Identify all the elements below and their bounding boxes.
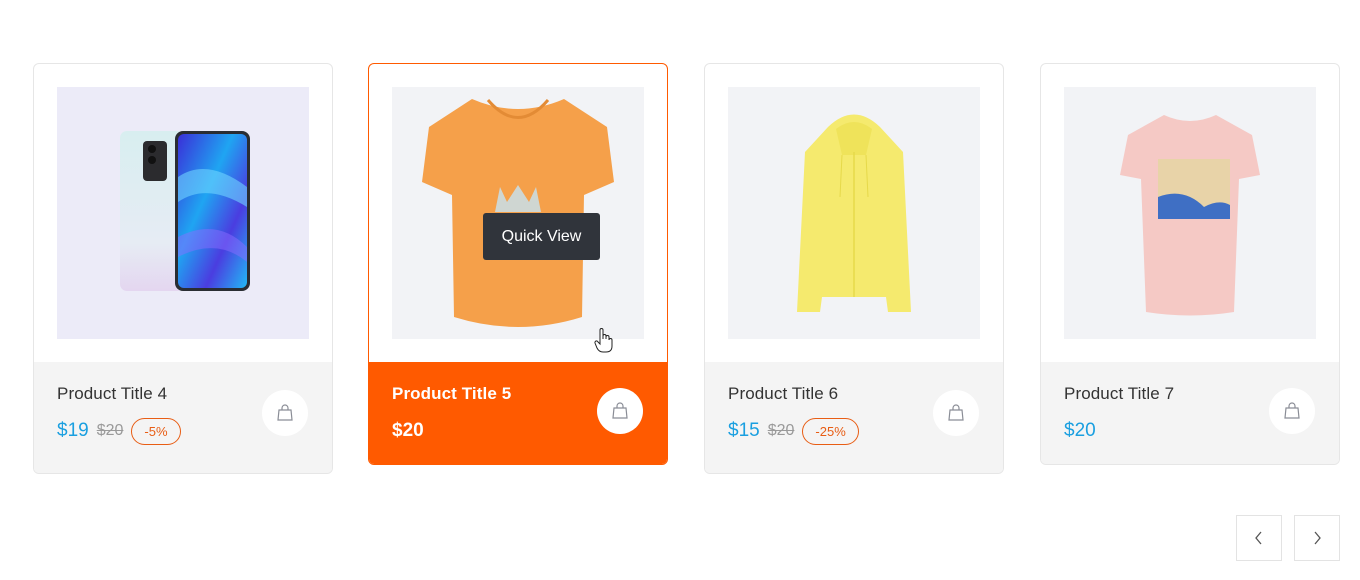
yellow-hoodie-image	[797, 114, 911, 312]
add-to-cart-button[interactable]	[262, 390, 308, 436]
shopping-bag-icon	[612, 402, 628, 419]
product-info: Product Title 5 $20	[369, 362, 667, 464]
product-card[interactable]: Product Title 6 $15 $20 -25%	[704, 63, 1004, 474]
shopping-bag-icon	[948, 404, 964, 421]
carousel-next-button[interactable]	[1294, 515, 1340, 561]
old-price: $20	[96, 422, 124, 439]
product-card[interactable]: Product Title 4 $19 $20 -5%	[33, 63, 333, 474]
product-card[interactable]: Product Title 7 $20	[1040, 63, 1340, 465]
chevron-left-icon	[1255, 531, 1262, 545]
current-price: $20	[1064, 420, 1096, 441]
old-price: $20	[767, 422, 795, 439]
current-price: $20	[392, 420, 424, 441]
product-image-yellow-hoodie[interactable]	[728, 87, 980, 339]
current-price: $15	[728, 420, 760, 441]
product-image-pink-tshirt[interactable]	[1064, 87, 1316, 339]
add-to-cart-button[interactable]	[933, 390, 979, 436]
product-image-smartphone[interactable]	[57, 87, 309, 339]
carousel-prev-button[interactable]	[1236, 515, 1282, 561]
discount-badge: -5%	[131, 417, 181, 445]
smartphone-image	[120, 131, 250, 291]
product-image-orange-tshirt[interactable]: Quick View	[392, 87, 644, 339]
add-to-cart-button[interactable]	[1269, 388, 1315, 434]
product-info: Product Title 6 $15 $20 -25%	[705, 362, 1003, 473]
shopping-bag-icon	[1284, 402, 1300, 419]
shopping-bag-icon	[277, 404, 293, 421]
current-price: $19	[57, 420, 89, 441]
product-info: Product Title 7 $20	[1041, 362, 1339, 464]
hand-cursor-icon	[594, 328, 613, 353]
quick-view-button[interactable]: Quick View	[483, 213, 600, 260]
discount-badge: -25%	[802, 417, 859, 445]
product-info: Product Title 4 $19 $20 -5%	[34, 362, 332, 473]
pink-tshirt-image	[1120, 115, 1260, 316]
chevron-right-icon	[1314, 531, 1321, 545]
add-to-cart-button[interactable]	[597, 388, 643, 434]
product-carousel: Product Title 4 $19 $20 -5% Quick View P…	[0, 0, 1360, 580]
product-card-hovered[interactable]: Quick View Product Title 5 $20	[368, 63, 668, 465]
